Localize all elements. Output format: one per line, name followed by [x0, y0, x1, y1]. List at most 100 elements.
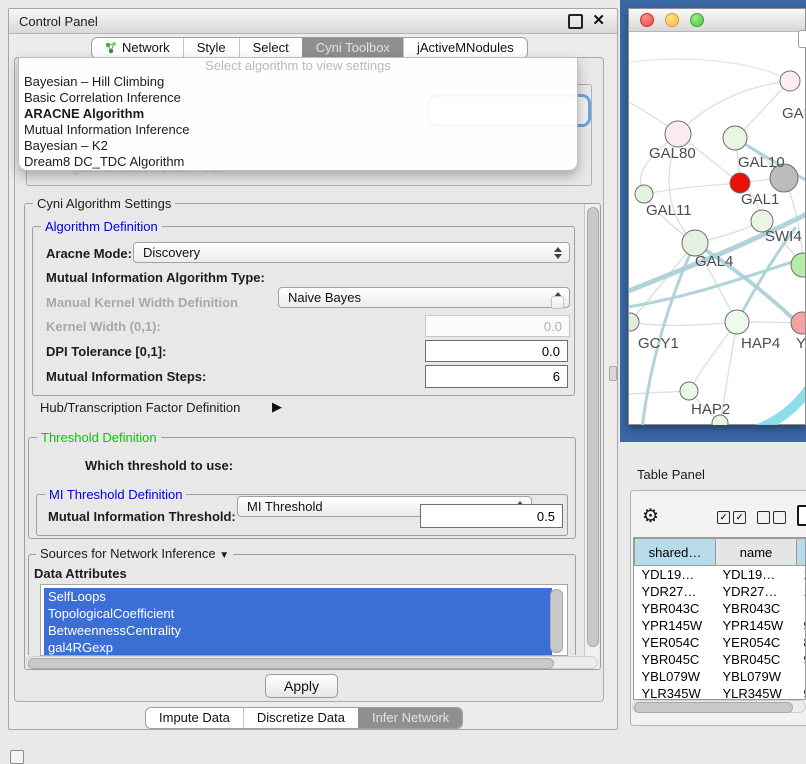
- algorithm-item-aracne-algorithm[interactable]: ARACNE Algorithm: [19, 106, 577, 122]
- table-row[interactable]: YDL19…YDL19…13: [635, 566, 806, 584]
- tab-label: Network: [122, 37, 170, 59]
- algorithm-item-basic-correlation-inference[interactable]: Basic Correlation Inference: [19, 90, 577, 106]
- attribute-item-selfloops[interactable]: SelfLoops: [44, 588, 552, 605]
- attribute-item-gal4rgexp[interactable]: gal4RGexp: [44, 639, 552, 656]
- algorithm-item-mutual-information-inference[interactable]: Mutual Information Inference: [19, 122, 577, 138]
- network-node-gal11[interactable]: [635, 185, 653, 203]
- settings-horizontal-scrollbar-thumb[interactable]: [28, 658, 554, 669]
- network-node-gal1[interactable]: [730, 173, 750, 193]
- sources-group-title: Sources for Network Inference ▼: [36, 546, 233, 561]
- sources-collapse-arrow-icon[interactable]: ▼: [219, 550, 229, 561]
- network-edge: [629, 59, 790, 81]
- tab-network[interactable]: Network: [92, 38, 183, 58]
- table-cell: YDR27…: [716, 583, 797, 600]
- table-row[interactable]: YER054CYER054C8.: [635, 634, 806, 651]
- network-node-gal10[interactable]: [723, 126, 747, 150]
- algorithm-item-bayesian-k2[interactable]: Bayesian – K2: [19, 138, 577, 154]
- mi-steps-field[interactable]: 6: [425, 365, 568, 388]
- network-node-gal[interactable]: [780, 71, 800, 91]
- gear-icon[interactable]: ⚙: [642, 505, 659, 528]
- mi-type-label: Mutual Information Algorithm Type:: [46, 270, 265, 285]
- algorithm-item-dream8-dc-tdc-algorithm[interactable]: Dream8 DC_TDC Algorithm: [19, 154, 577, 170]
- mi-steps-value: 6: [553, 369, 560, 384]
- data-attributes-label: Data Attributes: [34, 566, 127, 581]
- table-row[interactable]: YLR345WYLR345W9.: [635, 685, 806, 700]
- network-edge: [630, 322, 737, 325]
- network-canvas[interactable]: GALGAL80GAL10GAL1GAL11SWI4GAL4GCY1HAP4YH…: [629, 32, 805, 425]
- settings-horizontal-scrollbar[interactable]: [26, 656, 598, 669]
- mi-type-combo[interactable]: Naive Bayes: [278, 287, 570, 308]
- network-edge: [743, 386, 805, 425]
- show-checked-columns-icon[interactable]: ✓✓: [717, 511, 746, 524]
- mi-threshold-field[interactable]: 0.5: [420, 504, 563, 528]
- document-icon[interactable]: [797, 505, 806, 526]
- settings-vertical-scrollbar[interactable]: [584, 204, 599, 669]
- table-cell: 12: [797, 583, 806, 600]
- hub-expand-arrow-icon[interactable]: ▶: [272, 399, 282, 415]
- table-panel-title: Table Panel: [637, 467, 705, 482]
- network-node-label: HAP4: [741, 335, 780, 352]
- apply-button[interactable]: Apply: [265, 674, 338, 698]
- minimize-traffic-light-icon[interactable]: [665, 13, 679, 27]
- float-panel-icon[interactable]: [568, 14, 583, 29]
- zoom-traffic-light-icon[interactable]: [690, 13, 704, 27]
- splitpane-grip[interactable]: [609, 366, 617, 381]
- network-node-hap4[interactable]: [725, 310, 749, 334]
- bottom-tab-impute-data[interactable]: Impute Data: [146, 708, 243, 728]
- table-row[interactable]: YPR145WYPR145W9.: [635, 617, 806, 634]
- table-cell: YLR345W: [716, 685, 797, 700]
- which-threshold-label: Which threshold to use:: [85, 458, 233, 473]
- table-header-1[interactable]: shared…: [635, 539, 716, 566]
- cyni-bottom-tabs: Impute DataDiscretize DataInfer Network: [145, 707, 463, 729]
- network-view-window: GALGAL80GAL10GAL1GAL11SWI4GAL4GCY1HAP4YH…: [628, 8, 806, 425]
- dpi-tolerance-field[interactable]: 0.0: [425, 340, 568, 362]
- dpi-tolerance-value: 0.0: [542, 344, 560, 359]
- network-node-label: HAP2: [691, 401, 730, 418]
- combo-stepper-icon: [554, 247, 562, 259]
- close-panel-icon[interactable]: ✕: [592, 15, 605, 27]
- table-row[interactable]: YBR045CYBR045C9.: [635, 651, 806, 668]
- tab-label: jActiveMNodules: [417, 37, 514, 59]
- table-header-3[interactable]: [797, 539, 806, 566]
- tab-select[interactable]: Select: [239, 38, 302, 58]
- close-traffic-light-icon[interactable]: [640, 13, 654, 27]
- aracne-mode-label: Aracne Mode:: [46, 246, 132, 261]
- table-cell: YBL079W: [716, 668, 797, 685]
- table-row[interactable]: YBL079WYBL079W: [635, 668, 806, 685]
- network-node-y[interactable]: [791, 312, 805, 334]
- kernel-width-label: Kernel Width (0,1):: [46, 319, 161, 334]
- attribute-item-topologicalcoefficient[interactable]: TopologicalCoefficient: [44, 605, 552, 622]
- cut-ui-fragment: [798, 30, 806, 48]
- network-edge: [630, 243, 695, 322]
- attribute-item-betweennesscentrality[interactable]: BetweennessCentrality: [44, 622, 552, 639]
- aracne-mode-combo[interactable]: Discovery: [133, 242, 570, 263]
- table-row[interactable]: YBR043CYBR043C: [635, 600, 806, 617]
- algorithm-item-bayesian-hill-climbing[interactable]: Bayesian – Hill Climbing: [19, 74, 577, 90]
- table-horizontal-scrollbar[interactable]: [632, 700, 806, 713]
- hide-columns-icon[interactable]: [757, 511, 786, 524]
- network-node-hap2[interactable]: [680, 382, 698, 400]
- table-cell: YBL079W: [635, 668, 716, 685]
- bottom-tab-discretize-data[interactable]: Discretize Data: [243, 708, 358, 728]
- table-cell: YBR043C: [716, 600, 797, 617]
- table-header-2[interactable]: name: [716, 539, 797, 566]
- mi-threshold-value: 0.5: [537, 509, 555, 524]
- network-node-label: Y: [796, 335, 805, 352]
- manual-kernel-checkbox[interactable]: [551, 296, 564, 309]
- data-attributes-list[interactable]: SelfLoopsTopologicalCoefficientBetweenne…: [40, 584, 568, 656]
- settings-vertical-scrollbar-thumb[interactable]: [587, 207, 599, 647]
- table-cell: YDR27…: [635, 583, 716, 600]
- control-panel-title: Control Panel: [19, 14, 98, 29]
- tab-jactivemnodules[interactable]: jActiveMNodules: [403, 38, 527, 58]
- table-horizontal-scrollbar-thumb[interactable]: [634, 702, 793, 713]
- kernel-width-field[interactable]: 0.0: [425, 315, 570, 337]
- bottom-tab-infer-network[interactable]: Infer Network: [358, 708, 462, 728]
- tab-cyni-toolbox[interactable]: Cyni Toolbox: [302, 38, 403, 58]
- threshold-definition-group-title: Threshold Definition: [37, 430, 161, 445]
- network-node-gal80[interactable]: [665, 121, 691, 147]
- tab-style[interactable]: Style: [183, 38, 239, 58]
- attribute-list-scrollbar-thumb[interactable]: [550, 589, 563, 653]
- table-row[interactable]: YDR27…YDR27…12: [635, 583, 806, 600]
- network-node-gcy1[interactable]: [629, 313, 639, 331]
- network-node[interactable]: [791, 253, 805, 277]
